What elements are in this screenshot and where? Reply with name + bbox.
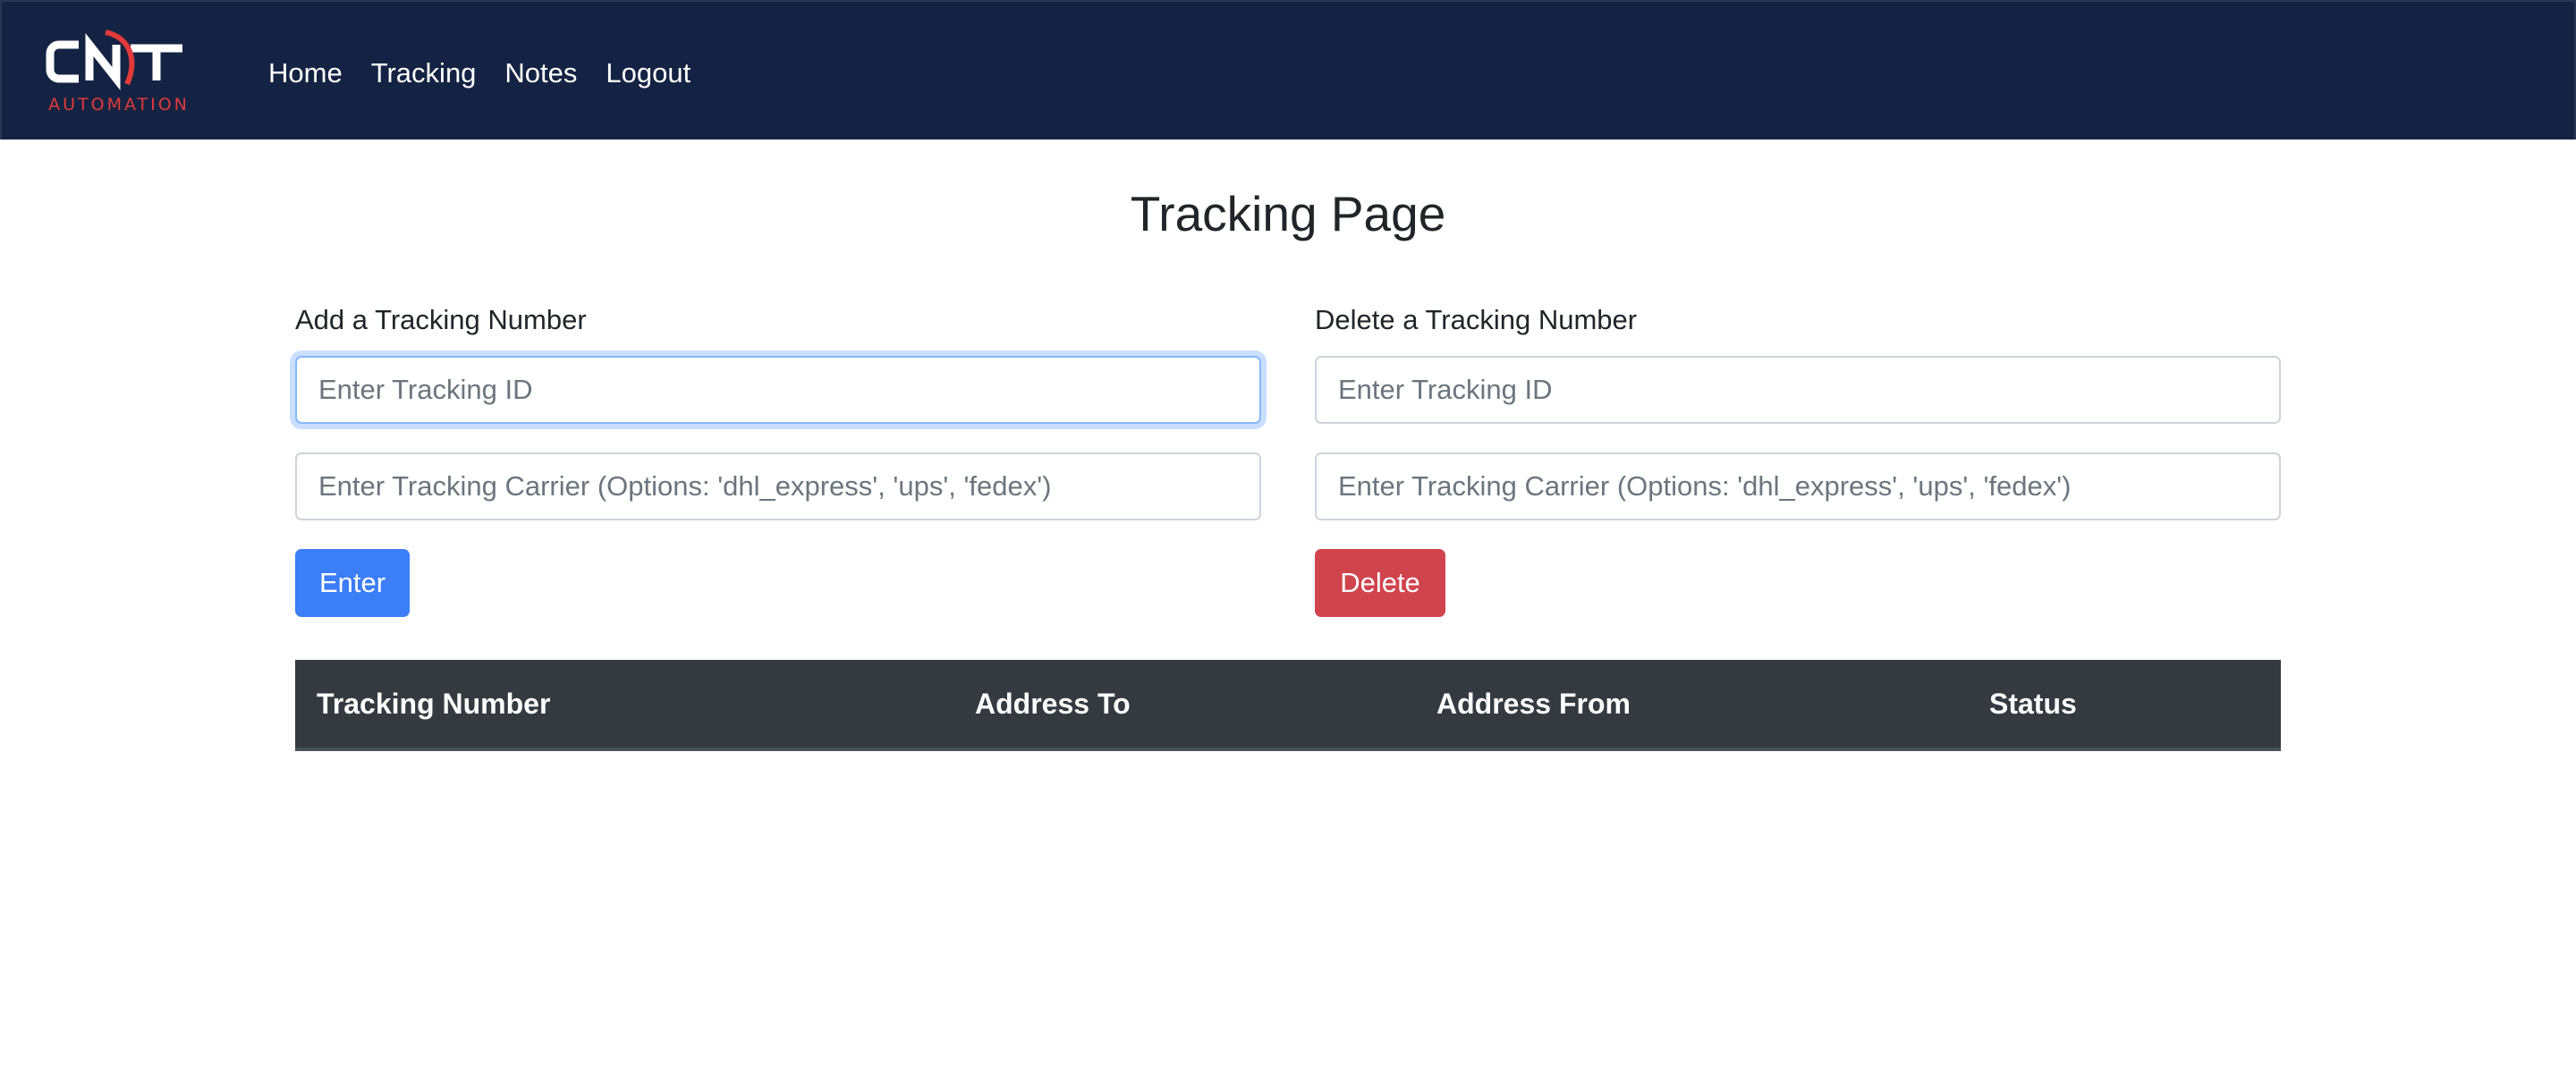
page-title: Tracking Page bbox=[1130, 186, 1446, 241]
column-header-tracking-number: Tracking Number bbox=[295, 660, 953, 751]
add-tracking-label: Add a Tracking Number bbox=[295, 304, 587, 335]
nav-notes-link[interactable]: Notes bbox=[504, 55, 577, 91]
delete-tracking-panel: Delete a Tracking Number Delete bbox=[1315, 300, 2281, 617]
navbar: AUTOMATION Home Tracking Notes Logout bbox=[0, 0, 2576, 139]
tracking-table-header: Tracking Number Address To Address From … bbox=[295, 660, 2281, 751]
tracking-table-container: Tracking Number Address To Address From … bbox=[295, 660, 2281, 751]
delete-button[interactable]: Delete bbox=[1315, 549, 1445, 617]
brand-logo[interactable]: AUTOMATION bbox=[41, 29, 193, 118]
nav-links: Home Tracking Notes Logout bbox=[268, 55, 691, 91]
nav-tracking-link[interactable]: Tracking bbox=[371, 55, 477, 91]
logo-subtext: AUTOMATION bbox=[48, 95, 190, 114]
table-header-row: Tracking Number Address To Address From … bbox=[295, 660, 2281, 751]
logo-mark-icon bbox=[46, 30, 182, 90]
column-header-status: Status bbox=[1968, 660, 2281, 751]
delete-tracking-id-input[interactable] bbox=[1315, 356, 2281, 424]
add-tracking-carrier-input[interactable] bbox=[295, 452, 1261, 520]
add-tracking-panel: Add a Tracking Number Enter bbox=[295, 300, 1261, 617]
add-tracking-id-input[interactable] bbox=[295, 356, 1261, 424]
enter-button[interactable]: Enter bbox=[295, 549, 410, 617]
nav-home-link[interactable]: Home bbox=[268, 55, 343, 91]
column-header-address-to: Address To bbox=[953, 660, 1415, 751]
column-header-address-from: Address From bbox=[1415, 660, 1968, 751]
nav-logout-link[interactable]: Logout bbox=[606, 55, 691, 91]
delete-tracking-carrier-input[interactable] bbox=[1315, 452, 2281, 520]
delete-tracking-label: Delete a Tracking Number bbox=[1315, 304, 1638, 335]
tracking-table: Tracking Number Address To Address From … bbox=[295, 660, 2281, 751]
